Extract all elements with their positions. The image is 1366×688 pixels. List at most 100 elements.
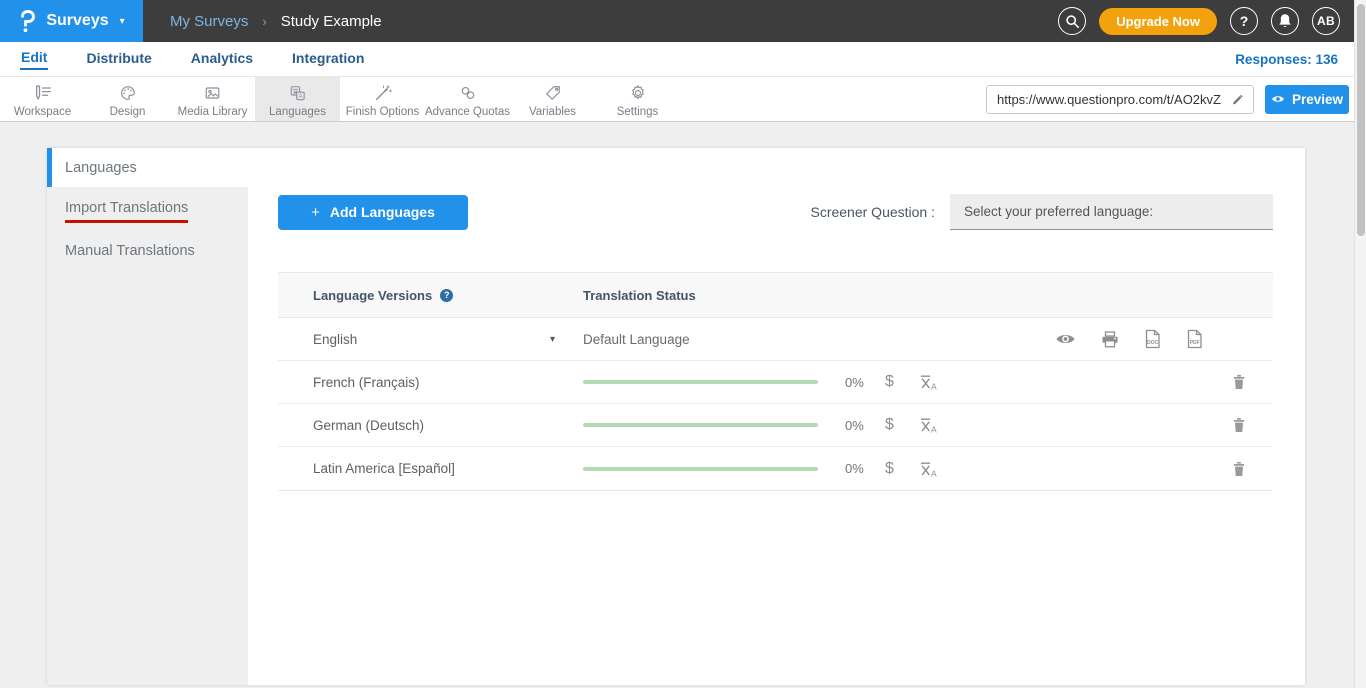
add-languages-label: Add Languages	[330, 204, 435, 220]
svg-text:A: A	[931, 424, 937, 434]
progress-percent: 0%	[845, 418, 871, 433]
toolbar-item-label: Languages	[269, 106, 326, 118]
responses-count[interactable]: Responses: 136	[1235, 52, 1338, 67]
toolbar-item-design[interactable]: Design	[85, 77, 170, 121]
screener-selected-value: Select your preferred language:	[964, 204, 1153, 219]
paid-translation-icon[interactable]: $	[885, 373, 894, 391]
toolbar-item-finish-options[interactable]: Finish Options	[340, 77, 425, 121]
eye-icon	[1271, 94, 1285, 104]
product-switcher[interactable]: Surveys ▾	[0, 0, 143, 42]
delete-trash-icon[interactable]	[1232, 417, 1246, 433]
help-button[interactable]: ?	[1230, 7, 1258, 35]
chevron-down-icon[interactable]: ▾	[550, 334, 555, 345]
toolbar-item-workspace[interactable]: Workspace	[0, 77, 85, 121]
sidebar-item-languages[interactable]: Languages	[47, 148, 248, 187]
delete-trash-icon[interactable]	[1232, 461, 1246, 477]
print-icon[interactable]	[1101, 331, 1119, 348]
design-icon	[117, 83, 139, 103]
paid-translation-icon[interactable]: $	[885, 460, 894, 478]
toolbar-item-label: Media Library	[178, 106, 248, 118]
variables-icon	[542, 83, 564, 103]
finish-options-icon	[372, 83, 394, 103]
plus-icon: +	[311, 204, 320, 221]
toolbar-item-label: Design	[110, 106, 146, 118]
avatar[interactable]: AB	[1312, 7, 1340, 35]
export-doc-icon[interactable]: DOC	[1144, 329, 1161, 349]
edit-url-button[interactable]	[1222, 86, 1253, 113]
toolbar-item-label: Variables	[529, 106, 576, 118]
section-tab-bar: Edit Distribute Analytics Integration Re…	[0, 42, 1366, 77]
chevron-down-icon: ▾	[120, 16, 125, 27]
translate-icon[interactable]: A	[918, 460, 938, 478]
settings-icon	[627, 83, 649, 103]
pencil-icon	[1231, 92, 1245, 106]
languages-card: Languages Import Translations Manual Tra…	[47, 148, 1305, 685]
add-languages-button[interactable]: + Add Languages	[278, 195, 468, 230]
status-cell: 0% $ A	[583, 373, 1273, 391]
toolbar-item-media-library[interactable]: Media Library	[170, 77, 255, 121]
progress-percent: 0%	[845, 461, 871, 476]
svg-text:A: A	[931, 468, 937, 478]
questionpro-logo-icon	[18, 9, 38, 34]
toolbar-item-advance-quotas[interactable]: Advance Quotas	[425, 77, 510, 121]
paid-translation-icon[interactable]: $	[885, 416, 894, 434]
languages-sidebar: Languages Import Translations Manual Tra…	[47, 148, 248, 685]
toolbar-item-variables[interactable]: Variables	[510, 77, 595, 121]
breadcrumb-separator-icon: ›	[262, 14, 266, 29]
search-button[interactable]	[1058, 7, 1086, 35]
translation-progress-bar	[583, 423, 818, 427]
content-top-row: + Add Languages Screener Question : Sele…	[278, 194, 1273, 230]
header-actions: Upgrade Now ? AB	[1058, 7, 1340, 35]
breadcrumb-my-surveys[interactable]: My Surveys	[170, 13, 248, 30]
language-name: French (Français)	[313, 375, 420, 390]
table-row-french: French (Français) 0% $ A	[278, 361, 1273, 404]
toolbar-item-label: Workspace	[14, 106, 71, 118]
sidebar-item-manual-translations[interactable]: Manual Translations	[47, 231, 248, 270]
svg-text:A: A	[931, 381, 937, 391]
language-versions-table: Language Versions ? Translation Status E…	[278, 272, 1273, 491]
table-row-english: English ▾ Default Language	[278, 318, 1273, 361]
toolbar-item-settings[interactable]: Settings	[595, 77, 680, 121]
tab-analytics[interactable]: Analytics	[190, 49, 254, 69]
upgrade-now-button[interactable]: Upgrade Now	[1099, 8, 1217, 35]
sidebar-active-label: Languages	[65, 160, 137, 176]
tab-integration[interactable]: Integration	[291, 49, 365, 69]
import-translations-label: Import Translations	[65, 200, 188, 223]
language-name: German (Deutsch)	[313, 418, 424, 433]
table-row-latin-america: Latin America [Español] 0% $ A	[278, 447, 1273, 490]
toolbar-right-group: https://www.questionpro.com/t/AO2kvZ Pre…	[986, 77, 1349, 121]
toolbar-item-label: Advance Quotas	[425, 106, 510, 118]
language-versions-header-label: Language Versions	[313, 288, 432, 303]
top-header-bar: Surveys ▾ My Surveys › Study Example Upg…	[0, 0, 1366, 42]
page-scrollbar[interactable]	[1354, 0, 1366, 688]
tab-edit[interactable]: Edit	[20, 48, 48, 70]
product-name: Surveys	[46, 12, 108, 30]
translate-icon[interactable]: A	[918, 416, 938, 434]
tab-distribute[interactable]: Distribute	[85, 49, 152, 69]
sidebar-item-import-translations[interactable]: Import Translations	[47, 192, 248, 231]
scrollbar-thumb[interactable]	[1357, 4, 1365, 236]
preview-button[interactable]: Preview	[1265, 85, 1349, 114]
language-name-cell: Latin America [Español]	[278, 461, 583, 476]
notifications-button[interactable]	[1271, 7, 1299, 35]
language-name: Latin America [Español]	[313, 461, 455, 476]
default-language-label: Default Language	[583, 332, 690, 347]
toolbar-item-languages[interactable]: A Languages	[255, 77, 340, 121]
screener-question-group: Screener Question : Select your preferre…	[810, 194, 1273, 230]
avatar-initials: AB	[1317, 14, 1335, 28]
screener-question-select[interactable]: Select your preferred language:	[950, 194, 1273, 230]
screener-question-label: Screener Question :	[810, 204, 935, 220]
survey-url-input[interactable]: https://www.questionpro.com/t/AO2kvZ	[987, 92, 1222, 107]
toolbar-item-label: Settings	[617, 106, 659, 118]
delete-trash-icon[interactable]	[1232, 374, 1246, 390]
view-eye-icon[interactable]	[1055, 332, 1076, 346]
preview-label: Preview	[1292, 92, 1343, 107]
status-cell: Default Language DOC	[583, 329, 1273, 349]
progress-percent: 0%	[845, 375, 871, 390]
manual-translations-label: Manual Translations	[65, 243, 195, 259]
export-pdf-icon[interactable]: PDF	[1186, 329, 1203, 349]
help-badge-icon[interactable]: ?	[440, 289, 453, 302]
translate-icon[interactable]: A	[918, 373, 938, 391]
svg-text:DOC: DOC	[1147, 340, 1159, 346]
edit-toolbar: Workspace Design Media Library A Lan	[0, 77, 1366, 122]
